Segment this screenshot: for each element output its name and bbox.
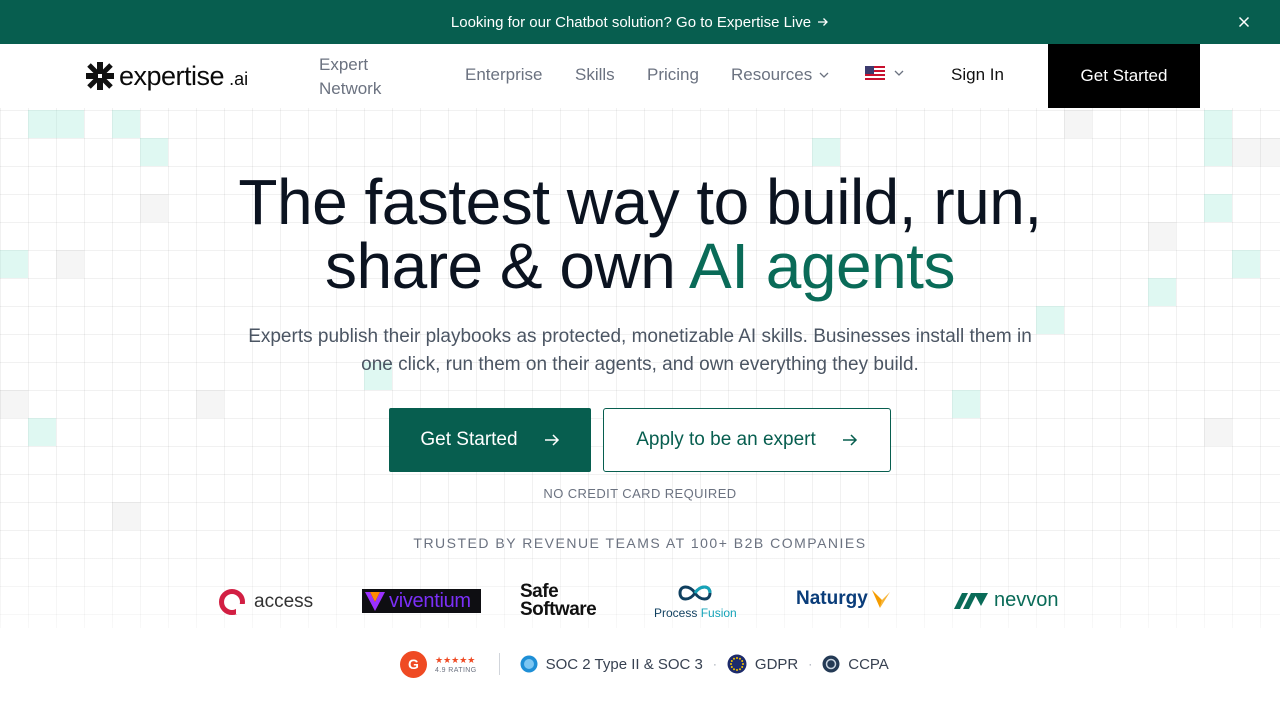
trust-badges: G ★★★★★ 4.9 RATING SOC 2 Type II & SOC 3… xyxy=(400,650,889,678)
sign-in-link[interactable]: Sign In xyxy=(951,65,1004,85)
nevvon-logo-text: nevvon xyxy=(994,589,1059,611)
us-flag-icon xyxy=(865,66,885,80)
asterisk-logo-icon xyxy=(86,62,114,90)
ccpa-text: CCPA xyxy=(848,655,889,673)
gdpr-text: GDPR xyxy=(754,655,799,673)
naturgy-logo: Naturgy xyxy=(796,588,892,610)
process-fusion-word2: Fusion xyxy=(700,606,737,620)
ccpa-seal-icon xyxy=(822,655,840,673)
g2-rating-text: 4.9 RATING xyxy=(435,666,477,674)
chevron-down-icon xyxy=(894,70,904,76)
access-logo: access xyxy=(218,588,313,616)
apply-expert-button[interactable]: Apply to be an expert xyxy=(603,408,891,472)
gdpr-badge: GDPR xyxy=(727,654,798,674)
announcement-link[interactable]: Looking for our Chatbot solution? Go to … xyxy=(451,14,829,31)
main-nav: expertise .ai Expert Network Enterprise S… xyxy=(0,44,1280,108)
get-started-button[interactable]: Get Started xyxy=(389,408,591,472)
nav-skills[interactable]: Skills xyxy=(575,65,615,85)
hero-headline: The fastest way to build, run, share & o… xyxy=(140,170,1140,298)
process-fusion-text: Process Fusion xyxy=(654,606,737,620)
headline-line1: The fastest way to build, run, xyxy=(238,166,1042,238)
announcement-text: Looking for our Chatbot solution? Go to … xyxy=(450,13,812,31)
process-fusion-word1: Process xyxy=(654,606,701,620)
logo-word: expertise xyxy=(119,60,225,91)
star-rating-icon: ★★★★★ xyxy=(435,654,476,665)
eu-flag-icon xyxy=(727,654,747,674)
access-logo-text: access xyxy=(254,591,314,612)
announcement-bar: Looking for our Chatbot solution? Go to … xyxy=(0,0,1280,44)
badge-separator: · xyxy=(808,657,813,671)
arrow-right-icon xyxy=(842,434,857,446)
viventium-v-icon xyxy=(365,592,385,611)
logo-suffix: .ai xyxy=(229,68,249,89)
infinity-icon xyxy=(678,585,712,601)
viventium-logo-text: viventium xyxy=(389,590,471,612)
close-icon[interactable] xyxy=(1234,12,1254,32)
badge-divider xyxy=(498,653,500,675)
naturgy-logo-text: Naturgy xyxy=(796,588,868,609)
get-started-label: Get Started xyxy=(420,429,518,450)
nav-enterprise[interactable]: Enterprise xyxy=(465,65,542,85)
nav-expert-line2: Network xyxy=(319,79,382,98)
arrow-right-icon xyxy=(544,434,559,446)
nav-expert-line1: Expert xyxy=(319,55,369,74)
headline-accent: AI agents xyxy=(689,230,955,302)
badge-separator: · xyxy=(712,657,717,671)
headline-line2-plain: share & own xyxy=(325,230,690,302)
apply-expert-label: Apply to be an expert xyxy=(636,429,816,450)
chevron-down-icon xyxy=(819,72,829,78)
arrow-right-icon xyxy=(818,18,829,26)
trusted-by-heading: TRUSTED BY REVENUE TEAMS AT 100+ B2B COM… xyxy=(413,535,867,551)
soc-badge: SOC 2 Type II & SOC 3 xyxy=(520,655,703,673)
nav-expert-network[interactable]: Expert Network xyxy=(319,53,389,101)
no-credit-card-note: NO CREDIT CARD REQUIRED xyxy=(543,486,737,501)
nav-get-started-button[interactable]: Get Started xyxy=(1048,44,1200,108)
soc-globe-icon xyxy=(520,655,538,673)
language-selector[interactable] xyxy=(865,66,905,80)
safe-logo-line2: Software xyxy=(520,599,597,620)
nav-pricing[interactable]: Pricing xyxy=(647,65,699,85)
naturgy-butterfly-icon xyxy=(871,590,890,608)
hero-subheading: Experts publish their playbooks as prote… xyxy=(248,326,1032,375)
nevvon-logo: nevvon xyxy=(954,589,1059,612)
process-fusion-logo: Process Fusion xyxy=(654,581,737,620)
safe-software-logo: Safe Software xyxy=(520,582,597,620)
access-ring-icon xyxy=(219,589,246,615)
expertise-logo[interactable]: expertise .ai xyxy=(86,60,248,92)
g2-rating-badge: G ★★★★★ 4.9 RATING xyxy=(400,650,477,678)
nav-resources-label: Resources xyxy=(731,65,813,84)
ccpa-badge: CCPA xyxy=(822,655,889,673)
viventium-logo: viventium xyxy=(362,589,481,613)
nav-resources[interactable]: Resources xyxy=(731,65,830,85)
g2-icon: G xyxy=(400,650,427,678)
nevvon-mark-icon xyxy=(954,592,988,609)
soc-text: SOC 2 Type II & SOC 3 xyxy=(545,655,703,673)
